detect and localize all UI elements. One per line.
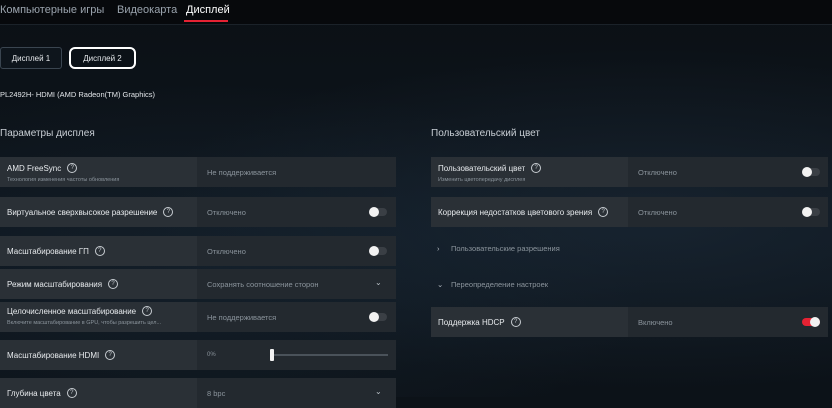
top-navigation: Компьютерные игры Видеокарта Дисплей: [0, 0, 832, 25]
freesync-sublabel: Технология изменения частоты обновления: [7, 177, 120, 183]
row-label-panel: Коррекция недостатков цветового зрения?: [431, 197, 628, 227]
row-label-panel: AMD FreeSync? Технология изменения часто…: [0, 157, 197, 187]
display-2-button[interactable]: Дисплей 2: [69, 47, 136, 69]
gpu-scaling-toggle[interactable]: [369, 246, 387, 256]
custom-color-row: Пользовательский цвет? Изменить цветопер…: [431, 157, 828, 187]
row-label-panel: Целочисленное масштабирование? Включите …: [0, 302, 197, 332]
freesync-value: Не поддерживается: [207, 168, 277, 177]
gpu-scaling-value: Отключено: [207, 247, 246, 256]
freesync-label: AMD FreeSync?: [7, 163, 78, 173]
chevron-right-icon: ›: [437, 244, 440, 253]
row-label-panel: Масштабирование ГП?: [0, 236, 197, 266]
chevron-down-icon[interactable]: ⌄: [375, 278, 382, 287]
tab-graphics[interactable]: Видеокарта: [117, 4, 177, 16]
gpu-scaling-row: Масштабирование ГП? Отключено: [0, 236, 396, 266]
hdmi-scaling-slider-track[interactable]: [272, 354, 388, 356]
help-icon[interactable]: ?: [163, 207, 174, 217]
toggle-knob: [369, 312, 379, 322]
integer-scaling-value: Не поддерживается: [207, 313, 277, 322]
row-label-panel: Масштабирование HDMI?: [0, 340, 197, 370]
toggle-knob: [802, 167, 812, 177]
vsr-label: Виртуальное сверхвысокое разрешение?: [7, 207, 174, 217]
help-icon[interactable]: ?: [105, 350, 116, 360]
row-label-panel: Пользовательский цвет? Изменить цветопер…: [431, 157, 628, 187]
row-label-panel: Поддержка HDCP?: [431, 307, 628, 337]
scaling-mode-value: Сохранять соотношение сторон: [207, 280, 319, 289]
vsr-row: Виртуальное сверхвысокое разрешение? Отк…: [0, 197, 396, 227]
color-depth-row[interactable]: Глубина цвета? 8 bpc ⌄: [0, 378, 396, 408]
hdcp-toggle[interactable]: [802, 317, 820, 327]
help-icon[interactable]: ?: [510, 317, 521, 327]
active-tab-indicator: [184, 20, 228, 22]
hdmi-scaling-label: Масштабирование HDMI?: [7, 350, 116, 360]
vsr-value: Отключено: [207, 208, 246, 217]
color-deficiency-row: Коррекция недостатков цветового зрения? …: [431, 197, 828, 227]
hdcp-row: Поддержка HDCP? Включено: [431, 307, 828, 337]
hdmi-scaling-value: 0%: [207, 352, 216, 358]
integer-scaling-row: Целочисленное масштабирование? Включите …: [0, 302, 396, 332]
custom-color-toggle[interactable]: [802, 167, 820, 177]
vsr-toggle[interactable]: [369, 207, 387, 217]
help-icon[interactable]: ?: [531, 163, 542, 173]
help-icon[interactable]: ?: [598, 207, 609, 217]
custom-color-title: Пользовательский цвет: [431, 128, 540, 139]
tab-gaming[interactable]: Компьютерные игры: [0, 4, 104, 16]
custom-resolutions-expander[interactable]: › Пользовательские разрешения: [437, 244, 560, 253]
display-params-title: Параметры дисплея: [0, 128, 95, 139]
integer-scaling-toggle[interactable]: [369, 312, 387, 322]
color-deficiency-value: Отключено: [638, 208, 677, 217]
display-1-button[interactable]: Дисплей 1: [0, 47, 62, 69]
tab-display[interactable]: Дисплей: [186, 4, 230, 16]
color-deficiency-toggle[interactable]: [802, 207, 820, 217]
hdcp-label: Поддержка HDCP?: [438, 317, 521, 327]
scaling-mode-row[interactable]: Режим масштабирования? Сохранять соотнош…: [0, 269, 396, 299]
hdmi-scaling-row: Масштабирование HDMI? 0%: [0, 340, 396, 370]
toggle-knob: [369, 246, 379, 256]
help-icon[interactable]: ?: [108, 279, 119, 289]
scaling-mode-label: Режим масштабирования?: [7, 279, 119, 289]
row-label-panel: Режим масштабирования?: [0, 269, 197, 299]
color-deficiency-label: Коррекция недостатков цветового зрения?: [438, 207, 609, 217]
toggle-knob: [802, 207, 812, 217]
custom-color-label: Пользовательский цвет?: [438, 163, 542, 173]
chevron-down-icon: ⌄: [437, 280, 444, 289]
hdcp-value: Включено: [638, 318, 673, 327]
toggle-knob: [810, 317, 820, 327]
override-settings-expander[interactable]: ⌄ Переопределение настроек: [437, 280, 548, 289]
integer-scaling-sublabel: Включите масштабирование в GPU, чтобы ра…: [7, 320, 162, 326]
chevron-down-icon[interactable]: ⌄: [375, 387, 382, 396]
monitor-name: PL2492H- HDMI (AMD Radeon(TM) Graphics): [0, 90, 156, 99]
integer-scaling-label: Целочисленное масштабирование?: [7, 306, 153, 316]
custom-color-value: Отключено: [638, 168, 677, 177]
row-label-panel: Глубина цвета?: [0, 378, 197, 408]
help-icon[interactable]: ?: [94, 246, 105, 256]
help-icon[interactable]: ?: [67, 163, 78, 173]
row-label-panel: Виртуальное сверхвысокое разрешение?: [0, 197, 197, 227]
gpu-scaling-label: Масштабирование ГП?: [7, 246, 105, 256]
help-icon[interactable]: ?: [142, 306, 153, 316]
toggle-knob: [369, 207, 379, 217]
custom-color-sublabel: Изменить цветопередачу дисплея: [438, 177, 526, 183]
hdmi-scaling-slider-handle[interactable]: [270, 349, 274, 361]
freesync-row: AMD FreeSync? Технология изменения часто…: [0, 157, 396, 187]
